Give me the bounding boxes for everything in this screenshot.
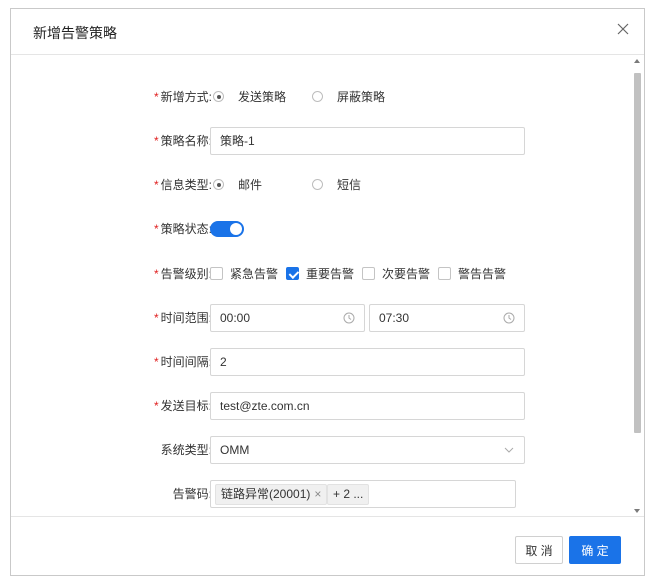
radio-send-policy[interactable] [213,91,224,102]
alarm-code-label: 告警码: [172,487,212,501]
level-row: * 告警级别: 紧急告警 重要告警 次要告警 警告告警 [11,260,624,288]
checkbox-warning-label[interactable]: 警告告警 [458,260,506,288]
scroll-down-icon[interactable] [634,509,640,513]
policy-status-toggle[interactable] [210,221,244,237]
time-range-label: * 时间范围: [153,311,212,325]
level-label: * 告警级别: [153,267,212,281]
target-row: * 发送目标: test@zte.com.cn [11,392,624,420]
system-type-label: 系统类型: [160,443,212,457]
system-type-value: OMM [220,443,250,457]
name-label: * 策略名称: [153,134,212,148]
end-time-value: 07:30 [379,311,410,325]
checkbox-major[interactable] [286,267,299,280]
interval-row: * 时间间隔: 2 [11,348,624,376]
checkbox-critical[interactable] [210,267,223,280]
target-label: * 发送目标: [153,399,212,413]
clock-icon [343,312,355,324]
checkbox-warning[interactable] [438,267,451,280]
close-icon[interactable] [612,18,634,40]
dialog-title: 新增告警策略 [33,25,117,41]
mode-row: * 新增方式: 发送策略 屏蔽策略 [11,83,624,111]
checkbox-critical-label[interactable]: 紧急告警 [230,260,278,288]
radio-email-label[interactable]: 邮件 [238,171,262,199]
alarm-code-more-tag: + 2 ... [327,484,370,505]
radio-sms[interactable] [312,179,323,190]
confirm-button[interactable]: 确 定 [569,536,621,564]
policy-name-input[interactable]: 策略-1 [210,127,525,155]
interval-input[interactable]: 2 [210,348,525,376]
alarm-code-tag: 链路异常(20001) × [215,484,328,505]
checkbox-minor-label[interactable]: 次要告警 [382,260,430,288]
tag-remove-icon[interactable]: × [314,487,321,501]
mode-label: * 新增方式: [153,90,212,104]
clock-icon [503,312,515,324]
scrollbar-thumb[interactable] [634,73,641,433]
alarm-code-select[interactable]: 链路异常(20001) × + 2 ... [210,480,516,508]
radio-sms-label[interactable]: 短信 [337,171,361,199]
dialog-footer: 取 消 确 定 [11,516,644,575]
start-time-input[interactable]: 00:00 [210,304,365,332]
info-type-label: * 信息类型: [153,178,212,192]
status-row: * 策略状态: [11,215,624,243]
radio-mask-policy[interactable] [312,91,323,102]
end-time-input[interactable]: 07:30 [369,304,525,332]
system-type-select[interactable]: OMM [210,436,525,464]
add-alarm-policy-dialog: 新增告警策略 * 新增方式: 发送策略 屏蔽策略 * 策略名称: 策略-1 * 信息类… [10,8,645,576]
send-target-input[interactable]: test@zte.com.cn [210,392,525,420]
dialog-header: 新增告警策略 [11,9,644,55]
scroll-up-icon[interactable] [634,59,640,63]
cancel-button[interactable]: 取 消 [515,536,563,564]
radio-mask-policy-label[interactable]: 屏蔽策略 [337,83,385,111]
radio-send-policy-label[interactable]: 发送策略 [238,83,286,111]
name-row: * 策略名称: 策略-1 [11,127,624,155]
alarm-code-row: 告警码: 链路异常(20001) × + 2 ... [11,480,624,508]
interval-label: * 时间间隔: [153,355,212,369]
time-range-row: * 时间范围: 00:00 07:30 [11,304,624,332]
checkbox-major-label[interactable]: 重要告警 [306,260,354,288]
checkbox-minor[interactable] [362,267,375,280]
radio-email[interactable] [213,179,224,190]
start-time-value: 00:00 [220,311,251,325]
status-label: * 策略状态: [153,222,212,236]
chevron-down-icon [504,447,514,453]
info-type-row: * 信息类型: 邮件 短信 [11,171,624,199]
dialog-scrollbar[interactable] [632,55,642,517]
system-type-row: 系统类型: OMM [11,436,624,464]
dialog-body: * 新增方式: 发送策略 屏蔽策略 * 策略名称: 策略-1 * 信息类型: 邮件 短… [11,55,644,517]
